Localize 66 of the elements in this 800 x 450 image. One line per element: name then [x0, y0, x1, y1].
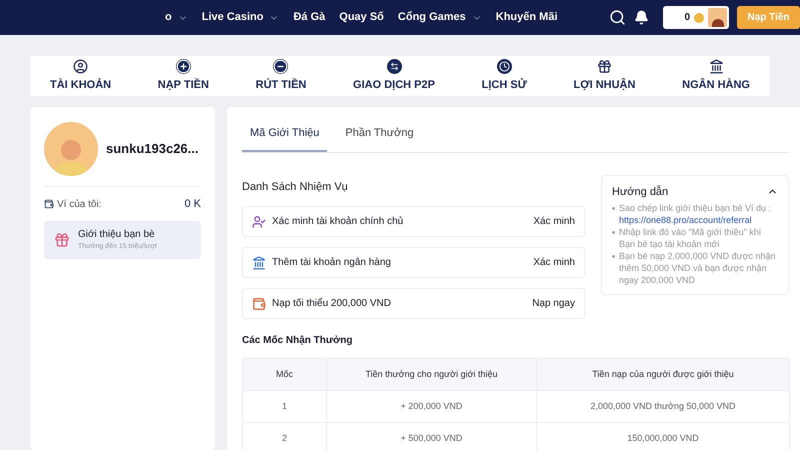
bank-icon	[252, 256, 266, 270]
user-icon	[252, 214, 266, 228]
guide-text: Sao chép link giới thiệu bạn bè Ví dụ : https://one88.pro/account/referral	[619, 202, 772, 226]
table-cell: 2,000,000 VND thưởng 50,000 VND	[536, 390, 790, 422]
section-title: Các Mốc Nhận Thưởng	[242, 334, 354, 348]
avatar-icon	[708, 8, 727, 27]
nav-link[interactable]: Quay Số	[339, 9, 384, 26]
task-action[interactable]: Xác minh	[533, 214, 575, 229]
task-action[interactable]: Nạp ngay	[532, 296, 575, 311]
nav-link[interactable]: Cổng Games	[398, 9, 482, 26]
balance-value: 0	[684, 11, 690, 25]
table-cell: + 200,000 VND	[326, 390, 536, 422]
referral-title: Giới thiệu bạn bè	[78, 228, 156, 242]
bank-icon	[708, 58, 724, 74]
referral-link[interactable]: https://one88.pro/account/referral	[619, 215, 752, 225]
wallet-icon	[44, 199, 54, 210]
task-row[interactable]: Thêm tài khoản ngân hàng Xác minh	[242, 247, 585, 278]
nav-link[interactable]: Live Casino	[202, 9, 280, 26]
balance-box[interactable]: 0	[663, 6, 729, 29]
column-header: Mốc	[242, 358, 326, 390]
task-label: Nạp tối thiểu 200,000 VND	[272, 296, 391, 311]
search-icon[interactable]	[609, 9, 626, 26]
coin-icon	[694, 12, 704, 22]
table-cell: + 500,000 VND	[326, 422, 536, 450]
tab[interactable]: Mã Giới Thiệu	[242, 125, 328, 152]
account-nav-tab[interactable]: RÚT TIỀN	[256, 58, 306, 94]
nav-link[interactable]: Đá Gà	[293, 9, 326, 26]
guide-text: Nhập link đó vào "Mã giới thiệu" khi Bạn bè tạo tài khoản mới	[619, 226, 762, 250]
account-nav-tab[interactable]: NẠP TIỀN	[158, 58, 209, 94]
column-header: Tiền thưởng cho người giới thiệu	[326, 358, 536, 390]
wallet-value: 0 K	[184, 197, 201, 212]
task-label: Thêm tài khoản ngân hàng	[272, 256, 391, 270]
task-label: Xác minh tài khoản chính chủ	[272, 215, 404, 229]
bullet-icon	[612, 231, 615, 234]
username: sunku193c26...	[106, 140, 198, 158]
clock-icon	[496, 58, 512, 74]
account-nav-tab[interactable]: NGÂN HÀNG	[682, 58, 750, 94]
account-nav-tab[interactable]: GIAO DỊCH P2P	[353, 58, 435, 94]
nav-link[interactable]: o	[165, 9, 188, 26]
nav-link[interactable]: Khuyến Mãi	[496, 9, 558, 26]
gift-icon	[596, 58, 612, 74]
bell-icon[interactable]	[634, 10, 649, 25]
section-title: Danh Sách Nhiệm Vụ	[242, 180, 349, 194]
minus-icon	[273, 58, 288, 74]
wallet-icon	[252, 296, 266, 310]
user-icon	[73, 58, 88, 74]
task-row[interactable]: Nạp tối thiểu 200,000 VND Nạp ngay	[242, 288, 585, 319]
account-nav-tab[interactable]: LỊCH SỬ	[482, 58, 527, 94]
plus-icon	[176, 58, 191, 74]
guide-title: Hướng dẫn	[612, 184, 668, 200]
gift-icon	[54, 232, 70, 248]
bullet-icon	[612, 255, 615, 258]
table-cell: 1	[242, 390, 326, 422]
swap-arrows-icon	[386, 58, 402, 74]
account-nav-tab[interactable]: TÀI KHOẢN	[50, 58, 112, 94]
task-action[interactable]: Xác minh	[533, 255, 575, 270]
task-row[interactable]: Xác minh tài khoản chính chủ Xác minh	[242, 206, 585, 237]
avatar	[44, 122, 98, 176]
table-cell: 150,000,000 VND	[536, 422, 790, 450]
column-header: Tiền nạp của người được giới thiệu	[536, 358, 790, 390]
account-nav-tab[interactable]: LỢI NHUẬN	[574, 58, 636, 94]
wallet-label: Ví của tôi:	[57, 198, 102, 212]
bullet-icon	[612, 207, 615, 210]
table-cell: 2	[242, 422, 326, 450]
tab[interactable]: Phần Thưởng	[337, 125, 422, 152]
guide-text: Bạn bè nạp 2,000,000 VND được nhận thêm 50,000 VND và bạn được nhận ngay 200,000 VND	[619, 250, 777, 286]
